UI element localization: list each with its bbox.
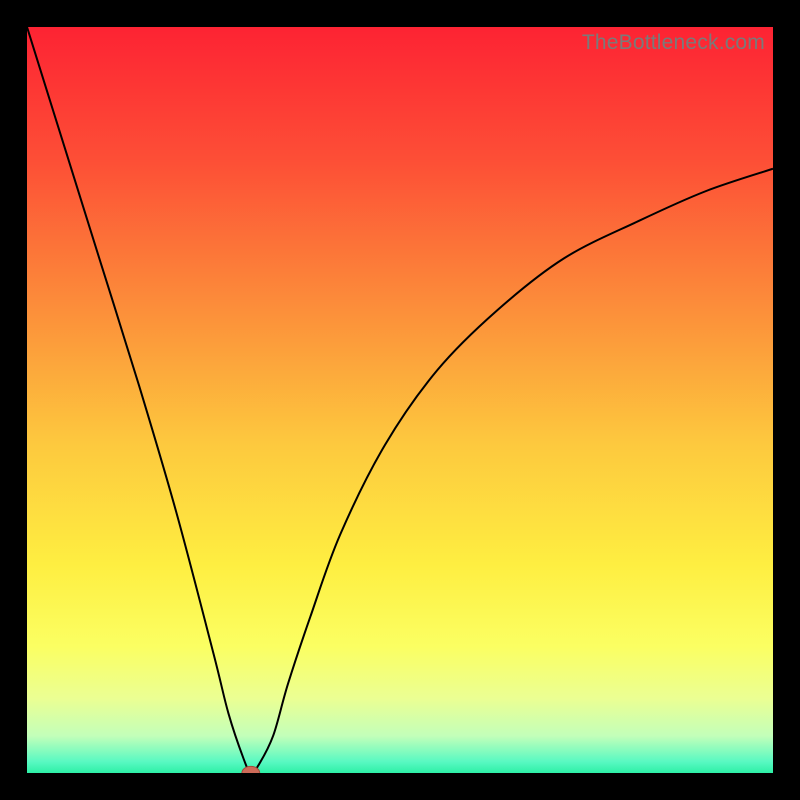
watermark-text: TheBottleneck.com	[582, 31, 765, 55]
chart-frame: TheBottleneck.com	[0, 0, 800, 800]
plot-area: TheBottleneck.com	[27, 27, 773, 773]
bottleneck-curve	[27, 27, 773, 773]
curve-layer	[27, 27, 773, 773]
